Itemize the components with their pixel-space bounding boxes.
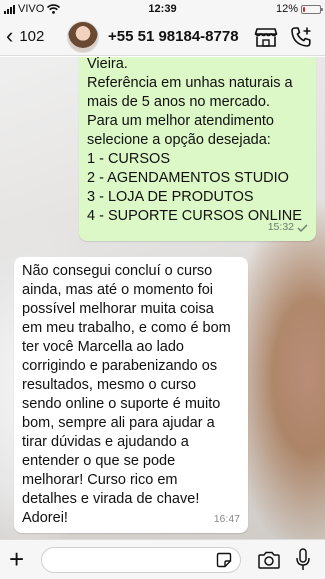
message-line: 1 - CURSOS [87,151,170,167]
status-right: 12% [275,3,323,15]
message-line: ainda, mas até o momento foi [22,282,214,298]
message-line: selecione a opção desejada: [87,132,271,148]
message-time: 16:47 [214,510,240,529]
battery-percent: 12% [275,3,298,15]
chat-area[interactable]: Vieira. Referência em unhas naturais a m… [0,57,325,539]
message-line: entender o que se pode [22,453,176,469]
sticker-icon[interactable] [216,552,232,568]
message-line: Para um melhor atendimento [87,113,274,129]
message-line: bom, sempre ali para ajudar a [22,415,215,431]
message-line: Referência em unhas naturais a [87,75,293,91]
message-line: Adorei! [22,510,68,526]
message-line: sendo online o suporte é muito [22,396,221,412]
camera-icon[interactable] [258,550,280,570]
message-input[interactable] [41,547,241,573]
unread-count: 102 [19,27,45,45]
status-bar: VIVO 12:39 12% [0,0,325,18]
message-line: possível melhorar muita coisa [22,301,214,317]
check-icon [297,224,308,232]
outgoing-message[interactable]: Vieira. Referência em unhas naturais a m… [79,57,316,241]
store-icon[interactable] [254,26,278,48]
chat-header: ‹ 102 +55 51 98184-8778 [0,18,325,56]
message-line: ter você Marcella ao lado [22,339,184,355]
input-bar: + [0,539,325,579]
battery-icon [301,4,323,14]
message-line: corrigindo e parabenizando os [22,358,218,374]
chevron-left-icon: ‹ [6,23,14,48]
contact-name[interactable]: +55 51 98184-8778 [108,28,239,45]
battery-fill [303,6,305,12]
back-button[interactable]: ‹ 102 [6,25,44,47]
incoming-message[interactable]: Não consegui concluí o curso ainda, mas … [14,257,248,533]
message-line: tirar dúvidas e ajudando a [22,434,189,450]
message-line: mais de 5 anos no mercado. [87,94,270,110]
message-line: 2 - AGENDAMENTOS STUDIO [87,170,289,186]
message-timestamp: 16:47 [213,513,240,525]
avatar[interactable] [67,21,99,53]
message-line: em meu trabalho, e como é bom [22,320,231,336]
message-time: 15:32 [268,218,308,237]
message-line: Não consegui concluí o curso [22,263,213,279]
message-line: Vieira. [87,57,128,72]
message-line: resultados, mesmo o curso [22,377,197,393]
message-line: melhorar! Curso rico em [22,472,178,488]
plus-icon[interactable]: + [9,546,24,572]
microphone-icon[interactable] [295,548,311,572]
message-line: detalhes e virada de chave! [22,491,200,507]
message-line: 3 - LOJA DE PRODUTOS [87,189,254,205]
add-call-icon[interactable] [290,26,314,48]
message-timestamp: 15:32 [267,221,294,233]
